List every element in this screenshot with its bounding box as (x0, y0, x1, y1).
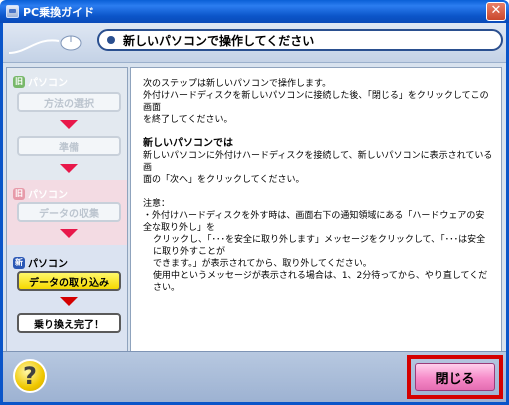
step-prepare: 準備 (17, 136, 121, 156)
note-text-2: クリックし、「･･･を安全に取り外します」メッセージをクリックして、「･･･は安… (153, 235, 486, 257)
step-migration-complete: 乗り換え完了！ (17, 313, 121, 333)
old-pc-badge-icon-2: 旧 (13, 187, 25, 200)
close-button-highlight: 閉じる (407, 355, 503, 399)
footer-bar: ? 閉じる (3, 351, 506, 402)
step-collect-data: データの収集 (17, 202, 121, 222)
old-pc-label: パソコン (28, 78, 68, 89)
window-close-button[interactable]: ✕ (486, 2, 506, 21)
new-pc-badge-icon: 新 (13, 256, 25, 269)
old-pc-section: 旧 パソコン 方法の選択 準備 (7, 68, 127, 180)
help-icon[interactable]: ? (13, 359, 47, 393)
page-title-text: 新しいパソコンで操作してください (123, 33, 315, 48)
close-button[interactable]: 閉じる (415, 363, 495, 391)
old-pc-section-2: 旧 パソコン データの収集 (7, 180, 127, 245)
new-pc-label: パソコン (28, 259, 68, 270)
note-text-3: できます。」が表示されてから、取り外してください。 (153, 259, 372, 269)
page-title: 新しいパソコンで操作してください (97, 29, 503, 51)
intro-text-1: 次のステップは新しいパソコンで操作します。 (143, 79, 332, 89)
step-arrow-icon (60, 229, 78, 238)
intro-text-2: 外付けハードディスクを新しいパソコンに接続した後、「閉じる」をクリックしてこの画… (143, 91, 489, 113)
window-title: PC乗換ガイド (23, 5, 95, 19)
note-label: 注意： (143, 199, 171, 209)
new-pc-heading: 新 パソコン (13, 255, 68, 270)
new-pc-section: 新 パソコン データの取り込み 乗り換え完了！ (7, 245, 127, 362)
step-arrow-icon (60, 297, 78, 306)
old-pc-heading-2: 旧 パソコン (13, 186, 68, 201)
intro-text-3: を終了してください。 (143, 115, 233, 125)
section-heading: 新しいパソコンでは (143, 138, 233, 149)
old-pc-heading: 旧 パソコン (13, 74, 68, 89)
title-bullet-icon (107, 36, 115, 44)
step-method-select: 方法の選択 (17, 92, 121, 112)
window-titlebar: PC乗換ガイド ✕ (0, 0, 509, 23)
step-arrow-icon (60, 120, 78, 129)
header-band: 新しいパソコンで操作してください (3, 23, 506, 63)
section-text-2: 面の「次へ」をクリックしてください。 (143, 175, 305, 185)
step-import-data: データの取り込み (17, 271, 121, 291)
window-body: 新しいパソコンで操作してください 旧 パソコン 方法の選択 準備 旧 パソコン … (0, 23, 509, 405)
note-text-4: 使用中というメッセージが表示される場合は、1、2分待ってから、やり直してください… (153, 271, 488, 293)
mouse-cable-icon (8, 35, 82, 54)
step-sidebar: 旧 パソコン 方法の選択 準備 旧 パソコン データの収集 新 パソコン データ… (6, 67, 128, 363)
section-text-1: 新しいパソコンに外付けハードディスクを接続して、新しいパソコンに表示されている画 (143, 151, 493, 173)
old-pc-label-2: パソコン (28, 190, 68, 201)
step-arrow-icon (60, 164, 78, 173)
note-text-1: ・外付けハードディスクを外す時は、画面右下の通知領域にある「ハードウェアの安全な… (143, 211, 485, 233)
app-icon (6, 5, 19, 18)
instructions-panel: 次のステップは新しいパソコンで操作します。 外付けハードディスクを新しいパソコン… (130, 67, 502, 363)
old-pc-badge-icon: 旧 (13, 75, 25, 88)
